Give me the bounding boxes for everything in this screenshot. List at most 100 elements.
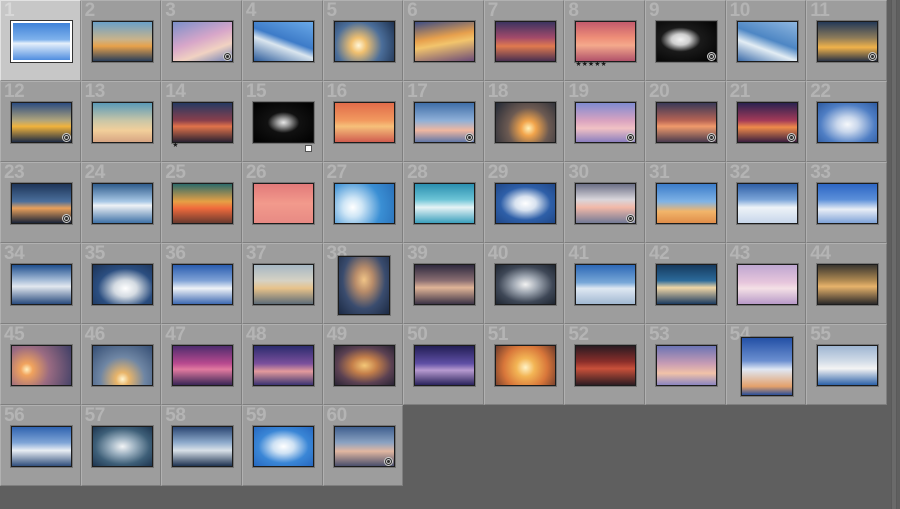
grid-cell[interactable]: 17 bbox=[403, 81, 484, 162]
grid-cell[interactable]: 55 bbox=[806, 324, 887, 405]
grid-cell[interactable]: 49 bbox=[322, 324, 404, 405]
thumbnail-image[interactable] bbox=[252, 183, 314, 224]
thumbnail-image[interactable] bbox=[494, 21, 556, 62]
edited-badge-icon[interactable] bbox=[464, 133, 474, 142]
thumbnail-image[interactable] bbox=[736, 21, 798, 62]
thumbnail-image[interactable] bbox=[494, 345, 556, 386]
thumbnail-image[interactable] bbox=[91, 102, 153, 143]
thumbnail-image[interactable] bbox=[575, 21, 637, 62]
thumbnail-image[interactable] bbox=[575, 264, 637, 305]
grid-cell[interactable]: 47 bbox=[161, 324, 242, 405]
grid-cell[interactable]: 50 bbox=[403, 324, 484, 405]
grid-cell[interactable]: 2 bbox=[80, 0, 162, 81]
thumbnail-image[interactable] bbox=[11, 345, 72, 386]
grid-cell[interactable]: 40 bbox=[483, 243, 565, 324]
thumbnail-image[interactable] bbox=[172, 102, 234, 143]
grid-cell[interactable]: 29 bbox=[483, 162, 565, 243]
thumbnail-image[interactable] bbox=[817, 102, 879, 143]
thumbnail-image[interactable] bbox=[740, 337, 793, 396]
grid-cell[interactable]: 51 bbox=[483, 324, 565, 405]
grid-cell[interactable]: 9 bbox=[645, 0, 726, 81]
edited-badge-icon[interactable] bbox=[706, 52, 716, 61]
grid-cell[interactable]: 34 bbox=[0, 243, 81, 324]
grid-cell[interactable]: 11 bbox=[806, 0, 887, 81]
grid-cell[interactable]: 27 bbox=[322, 162, 404, 243]
edited-badge-icon[interactable] bbox=[626, 133, 635, 142]
thumbnail-image[interactable] bbox=[736, 183, 798, 224]
thumbnail-image[interactable] bbox=[11, 426, 72, 467]
thumbnail-image[interactable] bbox=[91, 264, 153, 305]
grid-cell[interactable]: 25 bbox=[161, 162, 242, 243]
grid-cell[interactable]: 24 bbox=[80, 162, 162, 243]
thumbnail-image[interactable] bbox=[656, 345, 717, 386]
grid-cell[interactable]: 7 bbox=[483, 0, 565, 81]
thumbnail-image[interactable] bbox=[252, 102, 314, 143]
grid-cell[interactable]: 19 bbox=[564, 81, 645, 162]
thumbnail-image[interactable] bbox=[494, 264, 556, 305]
thumbnail-image[interactable] bbox=[414, 345, 476, 386]
thumbnail-image[interactable] bbox=[172, 183, 234, 224]
grid-cell[interactable]: 21 bbox=[725, 81, 807, 162]
thumbnail-image[interactable] bbox=[91, 183, 153, 224]
flag-icon[interactable] bbox=[304, 145, 312, 152]
edited-badge-icon[interactable] bbox=[706, 133, 716, 142]
grid-cell[interactable]: 56 bbox=[0, 405, 81, 486]
grid-cell[interactable]: 26 bbox=[241, 162, 323, 243]
grid-cell[interactable]: 6 bbox=[403, 0, 484, 81]
edited-badge-icon[interactable] bbox=[222, 52, 232, 61]
thumbnail-image[interactable] bbox=[91, 345, 153, 386]
thumbnail-image[interactable] bbox=[172, 426, 234, 467]
grid-cell[interactable]: 20 bbox=[645, 81, 726, 162]
thumbnail-image[interactable] bbox=[252, 264, 314, 305]
thumbnail-image[interactable] bbox=[494, 102, 556, 143]
grid-cell[interactable]: 16 bbox=[322, 81, 404, 162]
grid-cell[interactable]: 46 bbox=[80, 324, 162, 405]
grid-cell[interactable]: 41 bbox=[564, 243, 645, 324]
grid-cell[interactable]: 10 bbox=[725, 0, 807, 81]
star-rating[interactable]: ★★★★★ bbox=[575, 61, 606, 69]
thumbnail-image[interactable] bbox=[333, 21, 395, 62]
grid-cell[interactable]: 44 bbox=[806, 243, 887, 324]
grid-cell[interactable]: 48 bbox=[241, 324, 323, 405]
thumbnail-image[interactable] bbox=[91, 21, 153, 62]
thumbnail-image[interactable] bbox=[333, 183, 395, 224]
grid-cell[interactable]: 18 bbox=[483, 81, 565, 162]
grid-cell[interactable]: 42 bbox=[645, 243, 726, 324]
thumbnail-image[interactable] bbox=[337, 256, 390, 315]
grid-cell[interactable]: 36 bbox=[161, 243, 242, 324]
edited-badge-icon[interactable] bbox=[867, 52, 877, 61]
grid-cell[interactable]: 58 bbox=[161, 405, 242, 486]
grid-cell[interactable]: 32 bbox=[725, 162, 807, 243]
grid-cell[interactable]: 31 bbox=[645, 162, 726, 243]
thumbnail-image[interactable] bbox=[736, 264, 798, 305]
grid-cell[interactable]: 35 bbox=[80, 243, 162, 324]
star-rating[interactable]: ★ bbox=[172, 142, 178, 150]
thumbnail-image[interactable] bbox=[817, 264, 879, 305]
grid-cell[interactable]: 45 bbox=[0, 324, 81, 405]
grid-cell[interactable]: 33 bbox=[806, 162, 887, 243]
grid-cell[interactable]: 30 bbox=[564, 162, 645, 243]
edited-badge-icon[interactable] bbox=[626, 214, 635, 223]
thumbnail-image[interactable] bbox=[11, 264, 72, 305]
thumbnail-image[interactable] bbox=[414, 21, 476, 62]
thumbnail-image[interactable] bbox=[11, 21, 72, 62]
grid-cell[interactable]: 37 bbox=[241, 243, 323, 324]
grid-cell[interactable]: 39 bbox=[403, 243, 484, 324]
edited-badge-icon[interactable] bbox=[61, 214, 71, 223]
grid-cell[interactable]: 43 bbox=[725, 243, 807, 324]
thumbnail-image[interactable] bbox=[333, 102, 395, 143]
scrollbar-thumb[interactable] bbox=[892, 0, 896, 509]
grid-cell[interactable]: 54 bbox=[725, 324, 807, 405]
grid-cell[interactable]: 28 bbox=[403, 162, 484, 243]
grid-cell[interactable]: 60 bbox=[322, 405, 404, 486]
grid-cell[interactable]: 3 bbox=[161, 0, 242, 81]
thumbnail-image[interactable] bbox=[414, 264, 476, 305]
grid-cell[interactable]: 38 bbox=[322, 243, 404, 324]
grid-cell[interactable]: 1 bbox=[0, 0, 81, 81]
thumbnail-image[interactable] bbox=[252, 426, 314, 467]
grid-cell[interactable]: 5 bbox=[322, 0, 404, 81]
thumbnail-image[interactable] bbox=[575, 345, 637, 386]
grid-cell[interactable]: 57 bbox=[80, 405, 162, 486]
thumbnail-image[interactable] bbox=[817, 183, 879, 224]
grid-cell[interactable]: 13 bbox=[80, 81, 162, 162]
